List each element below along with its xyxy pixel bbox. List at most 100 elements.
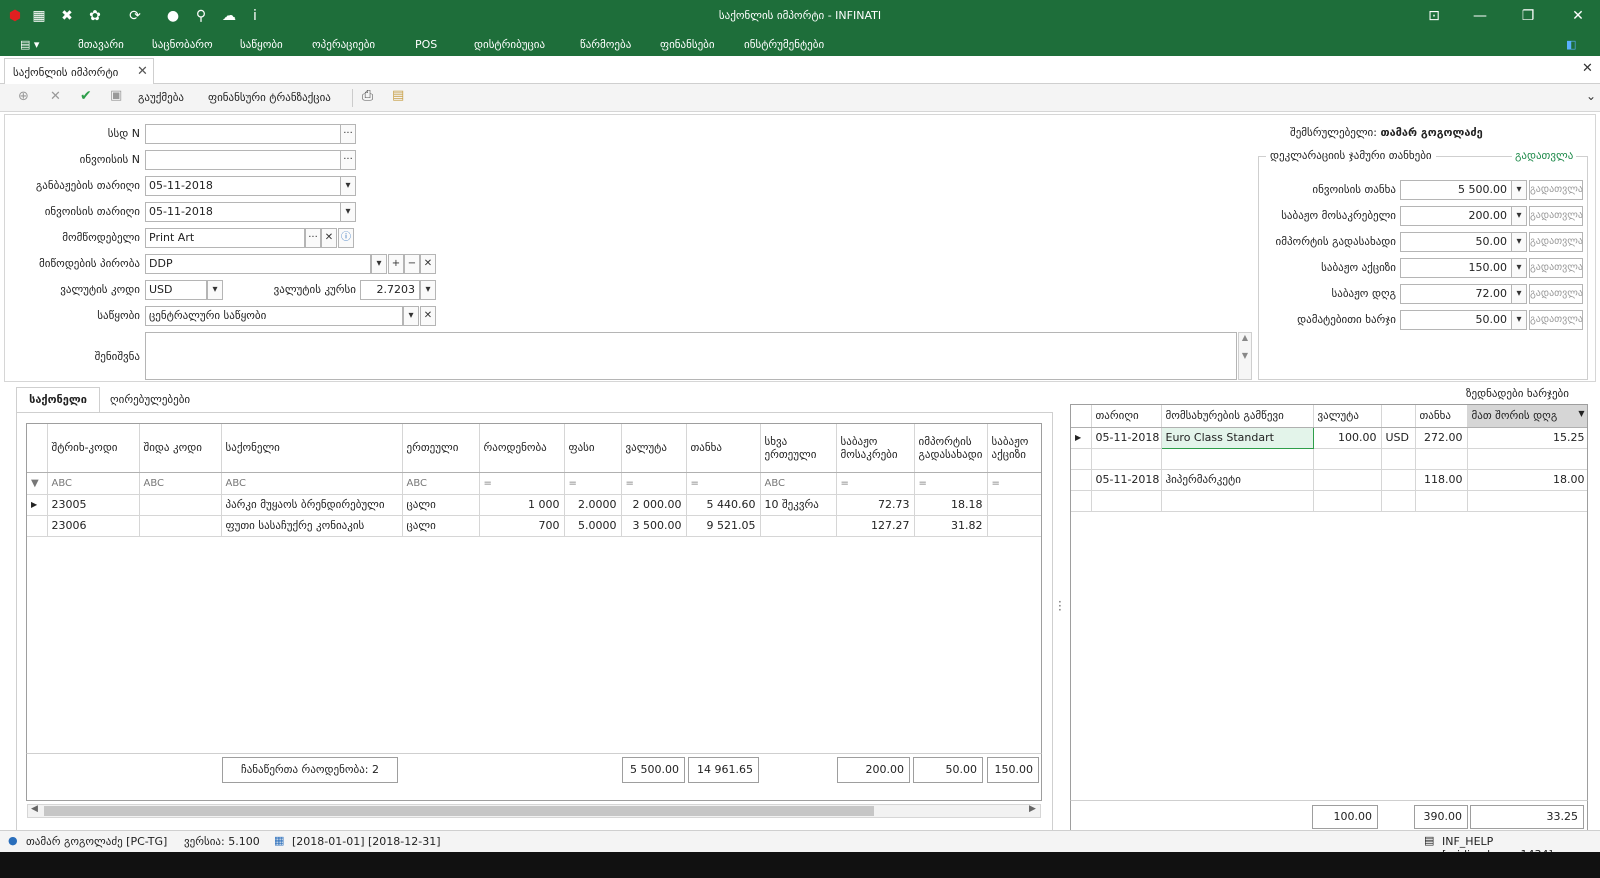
customs-vat-recalc-button[interactable]: გადათვლა xyxy=(1529,284,1583,304)
cell-currency[interactable] xyxy=(1313,469,1382,491)
cell-date[interactable]: 05-11-2018 xyxy=(1091,469,1162,491)
cell-vat[interactable]: 18.00 xyxy=(1467,469,1587,491)
col-goods[interactable]: საქონელი xyxy=(221,424,403,473)
cell-service-provider[interactable]: Euro Class Standart xyxy=(1160,426,1314,449)
tab-costs[interactable]: ღირებულებები xyxy=(110,393,190,406)
goods-horizontal-scrollbar[interactable]: ◀ ▶ xyxy=(27,804,1041,818)
recalc-all-link[interactable]: გადათვლა xyxy=(1512,149,1577,162)
office-icon[interactable]: ◧ xyxy=(1566,38,1576,51)
search-icon[interactable]: ⚲ xyxy=(192,7,210,25)
filter-import-tax[interactable]: = xyxy=(914,472,988,495)
supplier-clear-icon[interactable]: ✕ xyxy=(321,228,337,248)
cell-barcode[interactable]: 23005 xyxy=(47,494,140,516)
confirm-icon[interactable]: ✔ xyxy=(80,88,92,104)
info-icon[interactable]: i xyxy=(246,7,264,25)
cell-currency[interactable]: 100.00 xyxy=(1313,427,1382,449)
calendar-icon[interactable]: ▦ xyxy=(30,7,48,25)
col-filter-icon[interactable]: ▼ xyxy=(1578,409,1584,418)
refresh-icon[interactable]: ⟳ xyxy=(126,7,144,25)
invoice-date-dropdown-icon[interactable]: ▾ xyxy=(340,202,356,222)
restore-layout-icon[interactable]: ⊡ xyxy=(1424,6,1444,26)
menu-warehouse[interactable]: საწყობი xyxy=(240,38,283,51)
menu-finance[interactable]: ფინანსები xyxy=(660,38,715,51)
col-vat[interactable]: მათ შორის დღგ ▼ xyxy=(1467,405,1587,428)
customs-fee-recalc-button[interactable]: გადათვლა xyxy=(1529,206,1583,226)
filter-internal-code[interactable]: ABC xyxy=(139,472,222,495)
import-tax-recalc-button[interactable]: გადათვლა xyxy=(1529,232,1583,252)
terms-remove-icon[interactable]: − xyxy=(404,254,420,274)
cell-barcode[interactable]: 23006 xyxy=(47,515,140,537)
ssd-lookup-icon[interactable]: ··· xyxy=(340,124,356,144)
invoice-amount-recalc-button[interactable]: გადათვლა xyxy=(1529,180,1583,200)
cell-other-unit[interactable] xyxy=(760,515,837,537)
customs-fee-input[interactable]: 200.00 xyxy=(1400,206,1512,226)
cell-vat[interactable]: 15.25 xyxy=(1467,427,1587,449)
cell-internal-code[interactable] xyxy=(139,515,222,537)
import-tax-dropdown-icon[interactable]: ▾ xyxy=(1511,232,1527,252)
exchange-rate-input[interactable]: 2.7203 xyxy=(360,280,420,300)
menu-toggle-icon[interactable]: ▤ ▾ xyxy=(20,38,39,51)
scroll-right-icon[interactable]: ▶ xyxy=(1029,804,1036,814)
cell-amount[interactable]: 5 440.60 xyxy=(686,494,761,516)
cell-customs-fee[interactable]: 127.27 xyxy=(836,515,915,537)
cell-goods[interactable]: ფუთი სასაჩუქრე კონიაკის xyxy=(221,515,403,537)
cloud-icon[interactable]: ☁ xyxy=(220,7,238,25)
supplier-info-icon[interactable]: ⓘ xyxy=(338,228,354,248)
col-currency[interactable]: ვალუტა xyxy=(621,424,687,473)
currency-code-input[interactable]: USD xyxy=(145,280,207,300)
menu-pos[interactable]: POS xyxy=(415,38,437,51)
col-currency[interactable]: ვალუტა xyxy=(1313,405,1382,428)
warehouse-input[interactable]: ცენტრალური საწყობი xyxy=(145,306,403,326)
col-price[interactable]: ფასი xyxy=(564,424,622,473)
tab-goods[interactable]: საქონელი xyxy=(16,387,100,413)
ssd-input[interactable] xyxy=(145,124,341,144)
user-icon[interactable]: ● xyxy=(164,7,182,25)
col-customs-fee[interactable]: საბაჟო მოსაკრები xyxy=(836,424,915,473)
table-row[interactable]: ▶ 23005 პარკი მუყაოს ბრენდირებული ცალი 1… xyxy=(27,494,1041,516)
currency-dropdown-icon[interactable]: ▾ xyxy=(207,280,223,300)
filter-amount[interactable]: = xyxy=(686,472,761,495)
col-quantity[interactable]: რაოდენობა xyxy=(479,424,565,473)
warehouse-clear-icon[interactable]: ✕ xyxy=(420,306,436,326)
minimize-icon[interactable]: — xyxy=(1470,6,1490,26)
import-tax-input[interactable]: 50.00 xyxy=(1400,232,1512,252)
invoice-date-input[interactable]: 05-11-2018 xyxy=(145,202,341,222)
scrollbar-thumb[interactable] xyxy=(44,806,874,816)
terms-clear-icon[interactable]: ✕ xyxy=(420,254,436,274)
table-row[interactable]: 23006 ფუთი სასაჩუქრე კონიაკის ცალი 700 5… xyxy=(27,515,1041,537)
supplier-input[interactable]: Print Art xyxy=(145,228,305,248)
add-link-icon[interactable]: ⊕ xyxy=(18,89,29,104)
col-excise[interactable]: საბაჟო აქციზი xyxy=(987,424,1041,473)
terms-dropdown-icon[interactable]: ▾ xyxy=(371,254,387,274)
supplier-lookup-icon[interactable]: ··· xyxy=(305,228,321,248)
cell-price[interactable]: 2.0000 xyxy=(564,494,622,516)
splitter-handle[interactable]: · · · xyxy=(1058,596,1062,616)
cell-other-unit[interactable]: 10 შეკვრა xyxy=(760,494,837,516)
close-tab-icon[interactable]: ✕ xyxy=(137,64,148,79)
col-barcode[interactable]: შტრიხ-კოდი xyxy=(47,424,140,473)
additional-cost-recalc-button[interactable]: გადათვლა xyxy=(1529,310,1583,330)
customs-excise-recalc-button[interactable]: გადათვლა xyxy=(1529,258,1583,278)
decl-date-dropdown-icon[interactable]: ▾ xyxy=(340,176,356,196)
cell-customs-fee[interactable]: 72.73 xyxy=(836,494,915,516)
cell-price[interactable]: 5.0000 xyxy=(564,515,622,537)
cell-service-provider[interactable]: ჰიპერმარკეტი xyxy=(1161,469,1314,491)
cell-quantity[interactable]: 1 000 xyxy=(479,494,565,516)
menu-distribution[interactable]: დისტრიბუცია xyxy=(474,38,545,51)
rate-dropdown-icon[interactable]: ▾ xyxy=(420,280,436,300)
cell-import-tax[interactable]: 31.82 xyxy=(914,515,988,537)
tools-icon[interactable]: ✖ xyxy=(58,7,76,25)
cell-excise[interactable]: 95 xyxy=(987,515,1041,537)
filter-other-unit[interactable]: ABC xyxy=(760,472,837,495)
cell-currency[interactable]: 2 000.00 xyxy=(621,494,687,516)
scroll-left-icon[interactable]: ◀ xyxy=(31,804,38,814)
save-icon[interactable]: ▣ xyxy=(110,88,122,103)
cell-quantity[interactable]: 700 xyxy=(479,515,565,537)
col-import-tax[interactable]: იმპორტის გადასახადი xyxy=(914,424,988,473)
filter-barcode[interactable]: ABC xyxy=(47,472,140,495)
col-date[interactable]: თარიღი xyxy=(1091,405,1162,428)
maximize-icon[interactable]: ❐ xyxy=(1518,6,1538,26)
cancel-button[interactable]: გაუქმება xyxy=(138,91,184,104)
print-icon[interactable]: ⎙ xyxy=(362,88,373,104)
cell-amount[interactable]: 9 521.05 xyxy=(686,515,761,537)
